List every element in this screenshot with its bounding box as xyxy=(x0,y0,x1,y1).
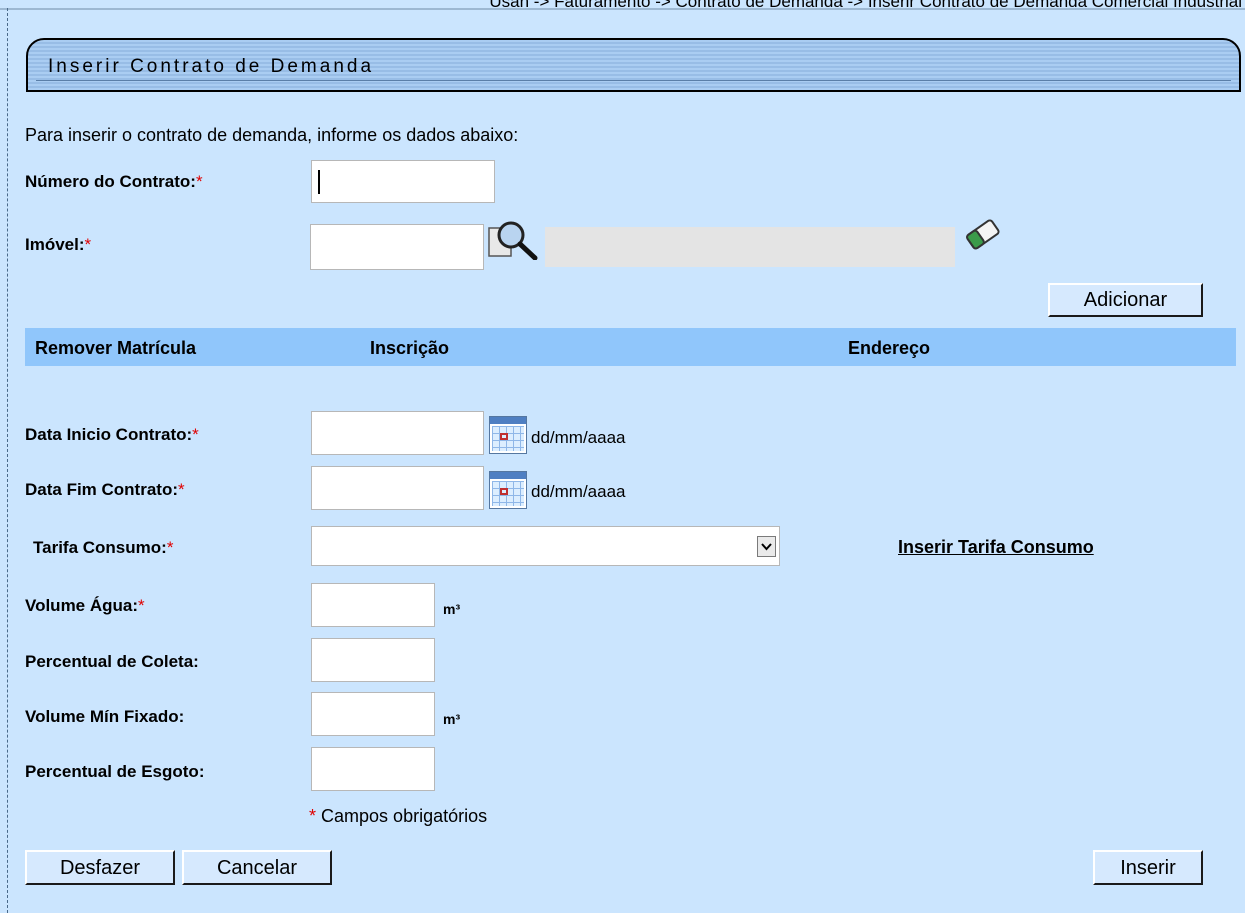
required-mark: * xyxy=(166,538,174,557)
required-mark: * xyxy=(138,596,145,615)
numero-contrato-input[interactable] xyxy=(311,160,495,203)
volume-agua-unit: m³ xyxy=(443,601,461,617)
volume-min-fixado-label: Volume Mín Fixado: xyxy=(25,707,185,726)
required-mark: * xyxy=(192,425,199,444)
required-mark: * xyxy=(84,235,92,254)
imovel-description-field xyxy=(545,227,955,267)
magnifier-icon[interactable] xyxy=(487,218,539,260)
data-fim-format-hint: dd/mm/aaaa xyxy=(531,482,626,501)
percentual-esgoto-label: Percentual de Esgoto: xyxy=(25,762,205,781)
col-inscricao: Inscrição xyxy=(370,338,450,358)
data-inicio-label: Data Inicio Contrato:* xyxy=(25,425,199,445)
left-border xyxy=(7,8,9,913)
required-mark: * xyxy=(195,172,203,191)
imoveis-table-header: Remover Matrícula Inscrição Endereço xyxy=(25,328,1236,366)
desfazer-button[interactable]: Desfazer xyxy=(25,850,175,885)
imovel-label: Imóvel:* xyxy=(25,235,91,255)
cancelar-button[interactable]: Cancelar xyxy=(182,850,332,885)
calendar-icon-header xyxy=(490,472,526,479)
data-inicio-format-hint: dd/mm/aaaa xyxy=(531,428,626,447)
tarifa-consumo-label-text: Tarifa Consumo: xyxy=(33,538,167,557)
volume-agua-label: Volume Água:* xyxy=(25,596,145,616)
calendar-icon-mark xyxy=(500,433,508,440)
title-bar-line xyxy=(36,80,1231,81)
calendar-icon[interactable] xyxy=(489,471,527,509)
data-inicio-label-text: Data Inicio Contrato: xyxy=(25,425,193,444)
data-fim-label: Data Fim Contrato:* xyxy=(25,480,185,500)
calendar-icon[interactable] xyxy=(489,416,527,454)
percentual-coleta-label: Percentual de Coleta: xyxy=(25,652,199,671)
volume-agua-input[interactable] xyxy=(311,583,435,627)
adicionar-button[interactable]: Adicionar xyxy=(1048,283,1203,317)
volume-min-fixado-input[interactable] xyxy=(311,692,435,736)
tarifa-consumo-label: Tarifa Consumo:* xyxy=(33,538,173,558)
inserir-button[interactable]: Inserir xyxy=(1093,850,1203,885)
data-fim-input[interactable] xyxy=(311,466,484,510)
col-endereco: Endereço xyxy=(848,338,931,358)
required-mark: * xyxy=(178,480,185,499)
percentual-coleta-input[interactable] xyxy=(311,638,435,682)
page-title: Inserir Contrato de Demanda xyxy=(48,56,375,77)
numero-contrato-label-text: Número do Contrato: xyxy=(25,172,196,191)
volume-agua-label-text: Volume Água: xyxy=(25,596,139,615)
col-remover-matricula: Remover Matrícula xyxy=(35,338,197,358)
calendar-icon-header xyxy=(490,417,526,424)
chevron-down-icon[interactable] xyxy=(757,536,776,557)
required-mark: * xyxy=(309,806,317,826)
calendar-icon-grid xyxy=(492,481,524,506)
numero-contrato-label: Número do Contrato:* xyxy=(25,172,203,192)
data-inicio-input[interactable] xyxy=(311,411,484,455)
imovel-label-text: Imóvel: xyxy=(25,235,85,254)
required-fields-note: * Campos obrigatórios xyxy=(309,806,487,827)
eraser-icon[interactable] xyxy=(962,217,1002,253)
intro-text: Para inserir o contrato de demanda, info… xyxy=(25,125,519,145)
required-note-text: Campos obrigatórios xyxy=(321,806,488,826)
tarifa-consumo-select[interactable] xyxy=(311,526,780,566)
volume-min-fixado-unit: m³ xyxy=(443,711,461,727)
calendar-icon-mark xyxy=(500,488,508,495)
inserir-tarifa-consumo-link[interactable]: Inserir Tarifa Consumo xyxy=(898,537,1094,558)
data-fim-label-text: Data Fim Contrato: xyxy=(25,480,178,499)
calendar-icon-grid xyxy=(492,426,524,451)
page-title-bar: Inserir Contrato de Demanda xyxy=(26,38,1241,92)
percentual-esgoto-input[interactable] xyxy=(311,747,435,791)
text-cursor xyxy=(318,170,320,194)
imovel-input[interactable] xyxy=(310,224,484,270)
chevron-down-glyph xyxy=(761,543,772,551)
breadcrumb: Usan -> Faturamento -> Contrato de Deman… xyxy=(489,0,1242,11)
